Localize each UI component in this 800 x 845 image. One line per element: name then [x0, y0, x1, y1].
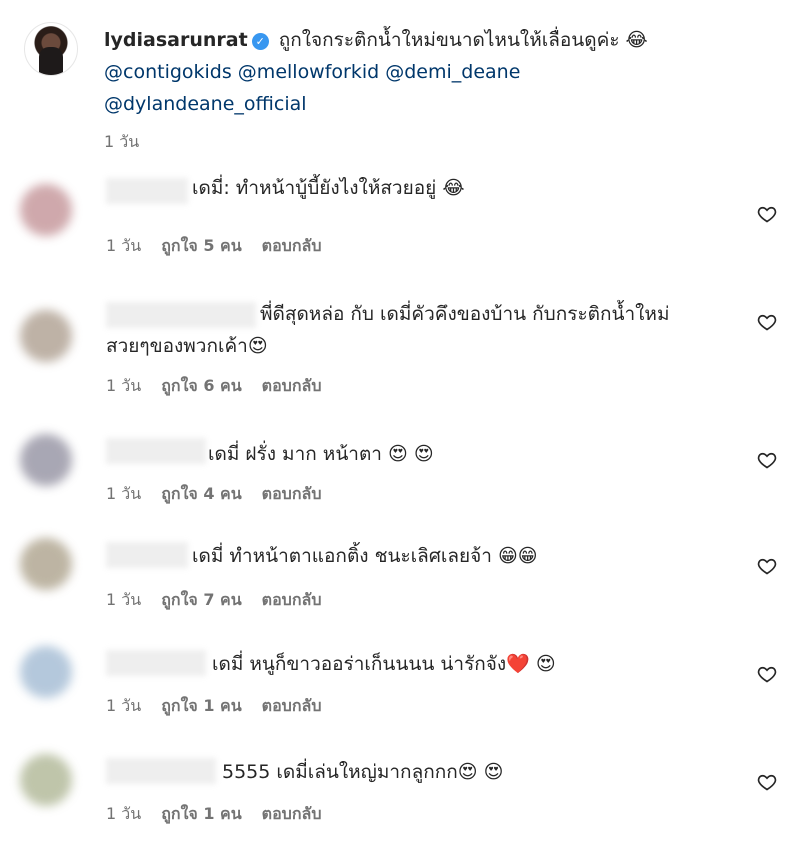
- caption-mentions-line-1[interactable]: @contigokids @mellowforkid @demi_deane: [104, 61, 520, 83]
- comment-text: เดมี่ ทำหน้าตาแอกติ้ง ชนะเลิศเลยจ้า 😁😁: [192, 545, 538, 567]
- commenter-avatar[interactable]: [20, 310, 72, 362]
- caption-text: ถูกใจกระติกน้ำใหม่ขนาดไหนให้เลื่อนดูค่ะ …: [278, 29, 648, 51]
- commenter-avatar[interactable]: [20, 184, 72, 236]
- reply-button[interactable]: ตอบกลับ: [262, 696, 322, 715]
- comment-time: 1 วัน: [106, 696, 142, 715]
- like-heart-icon[interactable]: [757, 556, 777, 576]
- comment-meta: 1 วัน ถูกใจ 1 คน ตอบกลับ: [106, 694, 341, 719]
- comment-time: 1 วัน: [106, 590, 142, 609]
- comment-meta: 1 วัน ถูกใจ 6 คน ตอบกลับ: [106, 374, 341, 399]
- like-heart-icon[interactable]: [757, 312, 777, 332]
- comment-meta: 1 วัน ถูกใจ 4 คน ตอบกลับ: [106, 482, 341, 507]
- comment-time: 1 วัน: [106, 236, 142, 255]
- commenter-username-blurred[interactable]: [106, 178, 188, 204]
- commenter-username-blurred[interactable]: [106, 542, 188, 568]
- comment-likes[interactable]: ถูกใจ 5 คน: [161, 236, 241, 255]
- comment-text: พี่ดีสุดหล่อ กับ เดมี่คัวคึงของบ้าน กับก…: [260, 303, 670, 325]
- comment-text: เดมี่: ทำหน้าบู้บี้ยังไงให้สวยอยู่ 😂: [192, 177, 465, 199]
- author-avatar[interactable]: [24, 22, 78, 76]
- commenter-username-blurred[interactable]: [106, 758, 216, 784]
- commenter-avatar[interactable]: [20, 646, 72, 698]
- author-username[interactable]: lydiasarunrat: [104, 29, 248, 51]
- comment-text: 5555 เดมี่เล่นใหญ่มากลูกกก😍 😍: [222, 761, 504, 783]
- reply-button[interactable]: ตอบกลับ: [262, 484, 322, 503]
- reply-button[interactable]: ตอบกลับ: [262, 236, 322, 255]
- reply-button[interactable]: ตอบกลับ: [262, 376, 322, 395]
- verified-badge-icon: ✓: [251, 33, 269, 50]
- caption-mentions-line-2[interactable]: @dylandeane_official: [104, 93, 307, 115]
- comment-text-line-2: สวยๆของพวกเค้า😍: [106, 335, 268, 357]
- like-heart-icon[interactable]: [757, 664, 777, 684]
- reply-button[interactable]: ตอบกลับ: [262, 590, 322, 609]
- like-heart-icon[interactable]: [757, 450, 777, 470]
- comment-meta: 1 วัน ถูกใจ 1 คน ตอบกลับ: [106, 802, 341, 827]
- comment-meta: 1 วัน ถูกใจ 7 คน ตอบกลับ: [106, 588, 341, 613]
- commenter-avatar[interactable]: [20, 754, 72, 806]
- commenter-avatar[interactable]: [20, 434, 72, 486]
- commenter-username-blurred[interactable]: [106, 650, 206, 676]
- comment-likes[interactable]: ถูกใจ 1 คน: [161, 804, 241, 823]
- caption-timestamp: 1 วัน: [104, 132, 140, 151]
- comment-likes[interactable]: ถูกใจ 7 คน: [161, 590, 241, 609]
- comment-time: 1 วัน: [106, 804, 142, 823]
- like-heart-icon[interactable]: [757, 772, 777, 792]
- comment-likes[interactable]: ถูกใจ 4 คน: [161, 484, 241, 503]
- like-heart-icon[interactable]: [757, 204, 777, 224]
- reply-button[interactable]: ตอบกลับ: [262, 804, 322, 823]
- comment-text: เดมี่ หนูก็ขาวออร่าเก็นนนน น่ารักจัง❤️ 😍: [212, 653, 556, 675]
- comment-time: 1 วัน: [106, 484, 142, 503]
- caption-text-block: lydiasarunrat ✓ ถูกใจกระติกน้ำใหม่ขนาดไหน…: [104, 24, 774, 120]
- comment-meta: 1 วัน ถูกใจ 5 คน ตอบกลับ: [106, 234, 341, 259]
- commenter-username-blurred[interactable]: [106, 438, 206, 464]
- comment-likes[interactable]: ถูกใจ 6 คน: [161, 376, 241, 395]
- comment-time: 1 วัน: [106, 376, 142, 395]
- comment-text: เดมี่ ฝรั่ง มาก หน้าตา 😍 😍: [208, 443, 434, 465]
- comment-likes[interactable]: ถูกใจ 1 คน: [161, 696, 241, 715]
- commenter-avatar[interactable]: [20, 538, 72, 590]
- commenter-username-blurred[interactable]: [106, 302, 256, 328]
